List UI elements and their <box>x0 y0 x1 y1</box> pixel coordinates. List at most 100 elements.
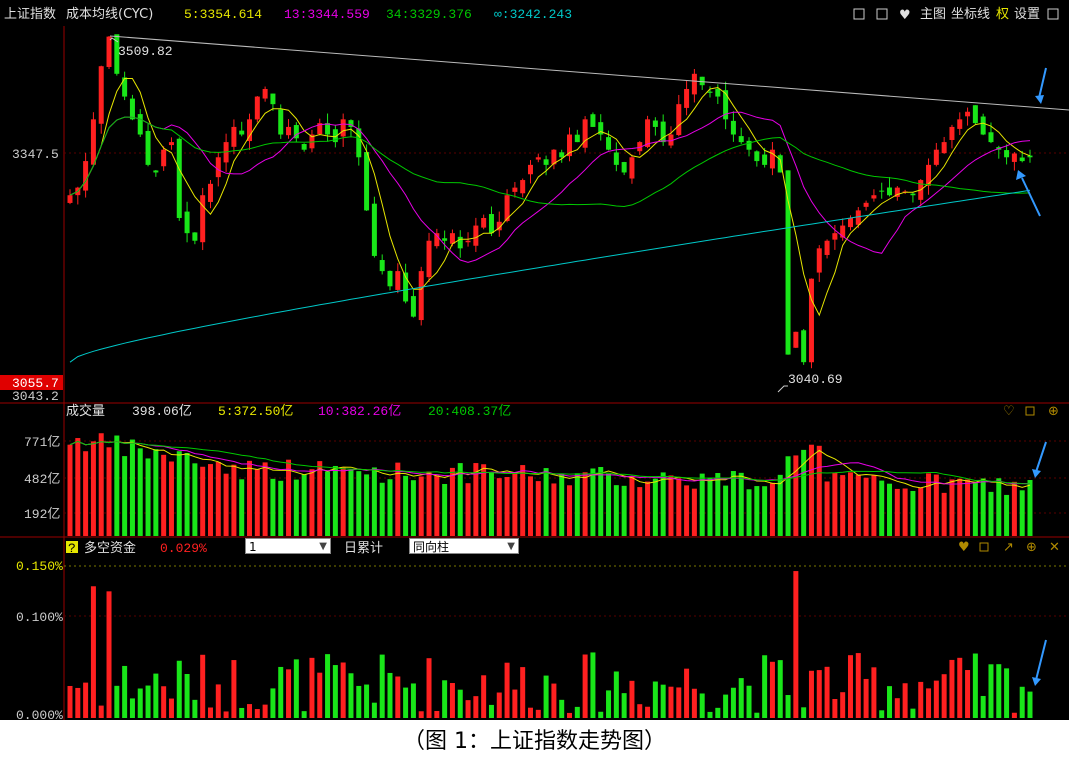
capital-bar[interactable] <box>301 711 307 718</box>
volume-bar[interactable] <box>83 451 89 536</box>
volume-bar[interactable] <box>325 471 331 536</box>
capital-bar[interactable] <box>832 699 838 718</box>
capital-bar[interactable] <box>559 699 565 718</box>
capital-bar[interactable] <box>332 665 338 718</box>
candle-body[interactable] <box>90 119 96 165</box>
volume-bar[interactable] <box>965 479 971 536</box>
capital-bar[interactable] <box>1011 712 1017 718</box>
candle-body[interactable] <box>785 170 791 355</box>
volume-bar[interactable] <box>590 468 596 536</box>
capital-bar[interactable] <box>340 662 346 718</box>
capital-bar[interactable] <box>520 667 526 718</box>
capital-bar[interactable] <box>449 683 455 718</box>
volume-bar[interactable] <box>67 444 73 536</box>
capital-bar[interactable] <box>348 673 354 718</box>
capital-bar[interactable] <box>933 680 939 718</box>
capital-bar[interactable] <box>808 670 814 718</box>
volume-bar[interactable] <box>449 467 455 536</box>
volume-bar[interactable] <box>301 474 307 536</box>
volume-bar[interactable] <box>871 475 877 536</box>
candle-body[interactable] <box>247 119 253 142</box>
volume-bar[interactable] <box>262 462 268 536</box>
capital-bar[interactable] <box>894 698 900 718</box>
capital-bar[interactable] <box>465 700 471 718</box>
volume-bar[interactable] <box>879 480 885 536</box>
heart-icon[interactable]: ♥ <box>899 8 911 23</box>
candle-body[interactable] <box>301 144 307 150</box>
volume-bar[interactable] <box>98 433 104 536</box>
candle-body[interactable] <box>941 142 947 154</box>
capital-bar[interactable] <box>941 674 947 718</box>
volume-bar[interactable] <box>598 467 604 536</box>
capital-bar[interactable] <box>918 681 924 718</box>
capital-bar[interactable] <box>965 670 971 718</box>
candle-body[interactable] <box>855 210 861 225</box>
help-icon[interactable]: ? <box>68 541 76 556</box>
candle-body[interactable] <box>1011 153 1017 162</box>
volume-bar[interactable] <box>902 488 908 536</box>
volume-bar[interactable] <box>574 473 580 536</box>
export-icon[interactable] <box>1047 8 1059 20</box>
volume-bar[interactable] <box>434 475 440 536</box>
capital-bar[interactable] <box>168 698 174 718</box>
volume-bar[interactable] <box>270 478 276 536</box>
volume-bar[interactable] <box>746 489 752 536</box>
capital-bar[interactable] <box>293 659 299 718</box>
capital-bar[interactable] <box>793 571 799 718</box>
capital-bar[interactable] <box>114 685 120 718</box>
capital-bar[interactable] <box>996 664 1002 718</box>
candle-body[interactable] <box>457 236 463 249</box>
candle-body[interactable] <box>239 130 245 135</box>
volume-bar[interactable] <box>481 464 487 536</box>
capital-bar[interactable] <box>215 684 221 718</box>
volume-bar[interactable] <box>239 479 245 536</box>
candle-body[interactable] <box>606 137 612 150</box>
candle-body[interactable] <box>621 162 627 173</box>
volume-bar[interactable] <box>247 460 253 536</box>
candle-body[interactable] <box>145 130 151 165</box>
capital-bar[interactable] <box>527 707 533 718</box>
candle-body[interactable] <box>652 120 658 127</box>
candle-body[interactable] <box>325 123 331 135</box>
capital-bar[interactable] <box>122 665 128 718</box>
volume-bar[interactable] <box>816 445 822 536</box>
volume-bar[interactable] <box>996 478 1002 536</box>
capital-bar[interactable] <box>387 672 393 718</box>
volume-bar[interactable] <box>1004 494 1010 536</box>
volume-bar[interactable] <box>184 452 190 536</box>
volume-bar[interactable] <box>137 448 143 536</box>
capital-bar[interactable] <box>707 711 713 718</box>
volume-bar[interactable] <box>410 480 416 536</box>
capital-bar[interactable] <box>645 706 651 718</box>
candle-body[interactable] <box>387 270 393 287</box>
volume-zoom-icon[interactable]: ⊕ <box>1048 404 1059 419</box>
candle-body[interactable] <box>1004 150 1010 158</box>
candle-body[interactable] <box>262 88 268 99</box>
capital-bar[interactable] <box>325 654 331 718</box>
candle-body[interactable] <box>707 91 713 93</box>
volume-bar[interactable] <box>403 475 409 536</box>
capital-bar[interactable] <box>598 711 604 718</box>
candle-body[interactable] <box>270 93 276 105</box>
candle-body[interactable] <box>106 36 112 67</box>
candle-body[interactable] <box>559 152 565 158</box>
candle-body[interactable] <box>137 114 143 135</box>
capital-bar[interactable] <box>457 689 463 718</box>
candle-body[interactable] <box>613 152 619 165</box>
candle-body[interactable] <box>762 154 768 165</box>
candle-body[interactable] <box>691 73 697 95</box>
candle-body[interactable] <box>933 149 939 165</box>
capital-bar[interactable] <box>403 687 409 718</box>
capital-bar[interactable] <box>153 673 159 718</box>
candle-body[interactable] <box>67 195 73 203</box>
volume-bar[interactable] <box>785 456 791 536</box>
capital-bar[interactable] <box>910 708 916 718</box>
volume-bar[interactable] <box>715 473 721 536</box>
candle-body[interactable] <box>371 203 377 256</box>
capital-bar[interactable] <box>660 684 666 718</box>
tool-main-chart[interactable]: 主图 <box>920 7 946 22</box>
candle-body[interactable] <box>730 120 736 135</box>
capital-bar[interactable] <box>715 707 721 718</box>
volume-bar[interactable] <box>621 485 627 536</box>
candle-body[interactable] <box>738 136 744 143</box>
